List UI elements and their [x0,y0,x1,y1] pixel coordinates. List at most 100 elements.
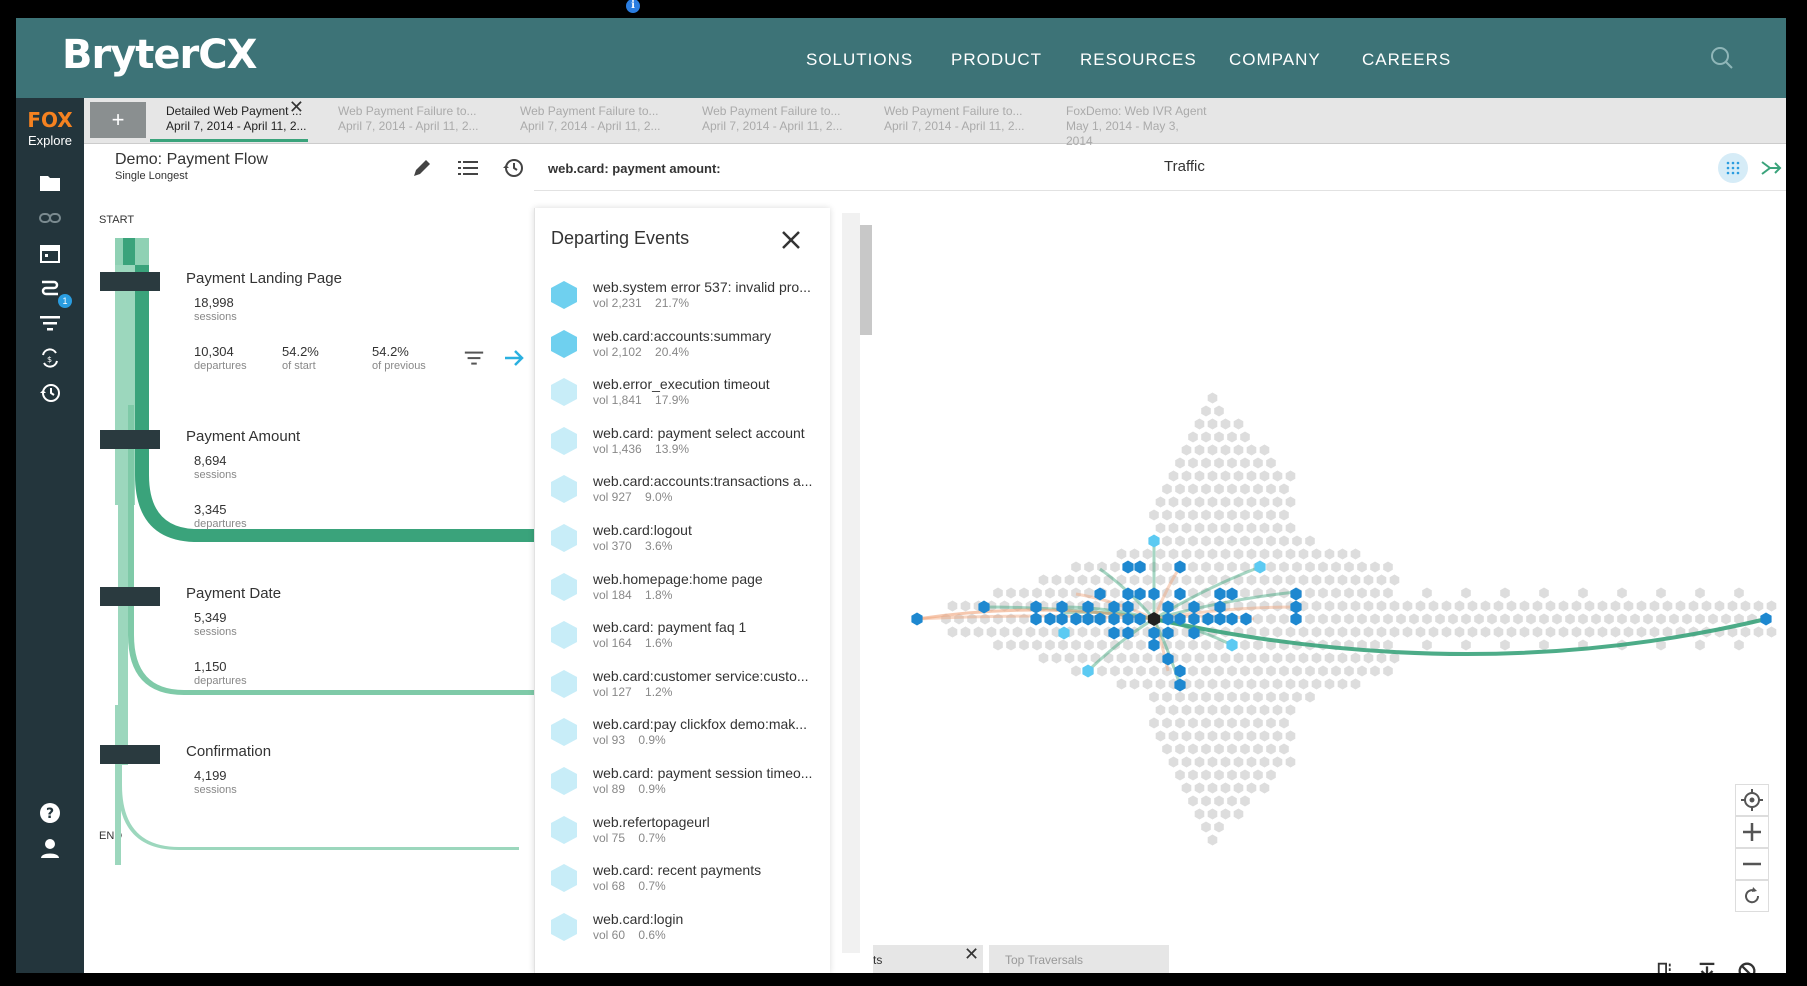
background-node[interactable] [1246,574,1257,586]
background-node[interactable] [1233,782,1244,794]
background-node[interactable] [1279,665,1289,677]
background-node[interactable] [1162,509,1172,521]
background-node[interactable] [1233,808,1244,820]
background-node[interactable] [1194,704,1205,716]
background-node[interactable] [1402,600,1413,612]
background-node[interactable] [1766,600,1777,612]
background-node[interactable] [1285,470,1296,482]
background-node[interactable] [1454,626,1465,638]
background-node[interactable] [1383,587,1393,599]
background-node[interactable] [1220,522,1231,534]
background-node[interactable] [1201,431,1211,443]
background-node[interactable] [1006,639,1016,651]
background-node[interactable] [1500,613,1510,625]
background-node[interactable] [1240,795,1250,807]
background-node[interactable] [1545,600,1556,612]
background-node[interactable] [1259,496,1270,508]
background-node[interactable] [1311,678,1322,690]
background-node[interactable] [1337,548,1348,560]
background-node[interactable] [1253,535,1263,547]
background-node[interactable] [1181,756,1192,768]
split-view-icon[interactable] [1656,960,1678,973]
background-node[interactable] [1240,717,1250,729]
background-node[interactable] [1350,652,1361,664]
background-node[interactable] [1376,652,1387,664]
background-node[interactable] [1220,548,1231,560]
background-node[interactable] [1370,665,1380,677]
background-node[interactable] [1207,392,1218,404]
background-node[interactable] [1214,535,1224,547]
background-node[interactable] [1227,483,1237,495]
departing-event-item[interactable]: web.card: recent payments vol 68 0.7% [535,857,817,905]
background-node[interactable] [1259,704,1270,716]
background-node[interactable] [1383,561,1393,573]
background-node[interactable] [1194,522,1205,534]
background-node[interactable] [1129,652,1140,664]
background-node[interactable] [1279,483,1289,495]
background-node[interactable] [1019,639,1029,651]
background-node[interactable] [1194,782,1205,794]
background-node[interactable] [1617,613,1627,625]
background-node[interactable] [1175,509,1185,521]
background-node[interactable] [1701,600,1712,612]
background-node[interactable] [1181,522,1192,534]
background-node[interactable] [1324,626,1335,638]
background-node[interactable] [1220,652,1231,664]
background-node[interactable] [1337,678,1348,690]
background-node[interactable] [1188,691,1198,703]
background-node[interactable] [947,600,958,612]
background-node[interactable] [1201,457,1211,469]
traffic-node[interactable] [1290,612,1302,626]
background-node[interactable] [1337,574,1348,586]
background-node[interactable] [1708,613,1718,625]
background-node[interactable] [1318,613,1328,625]
background-node[interactable] [1376,600,1387,612]
background-node[interactable] [1298,652,1309,664]
background-node[interactable] [1695,613,1705,625]
background-node[interactable] [1006,587,1016,599]
background-node[interactable] [1279,743,1289,755]
background-node[interactable] [1285,522,1296,534]
background-node[interactable] [1305,587,1315,599]
background-node[interactable] [1168,704,1179,716]
background-node[interactable] [1207,678,1218,690]
background-node[interactable] [1383,665,1393,677]
background-node[interactable] [1181,444,1192,456]
background-node[interactable] [1201,665,1211,677]
background-node[interactable] [1506,626,1517,638]
departing-event-item[interactable]: web.card:pay clickfox demo:mak... vol 93 … [535,711,817,759]
background-node[interactable] [1461,639,1471,651]
background-node[interactable] [1259,574,1270,586]
background-node[interactable] [1656,613,1666,625]
background-node[interactable] [1467,600,1478,612]
background-node[interactable] [993,587,1003,599]
background-node[interactable] [1188,743,1198,755]
background-node[interactable] [1201,743,1211,755]
background-node[interactable] [1038,652,1049,664]
background-node[interactable] [1207,782,1218,794]
background-node[interactable] [1669,613,1679,625]
background-node[interactable] [1311,574,1322,586]
background-node[interactable] [1064,652,1075,664]
background-node[interactable] [1220,808,1231,820]
background-node[interactable] [1214,561,1224,573]
background-node[interactable] [1623,600,1634,612]
background-node[interactable] [1181,782,1192,794]
background-node[interactable] [1071,561,1081,573]
tab-web-payment-failure-4[interactable]: Web Payment Failure to... April 7, 2014 … [868,104,1026,142]
background-node[interactable] [1292,665,1302,677]
background-node[interactable] [1311,626,1322,638]
background-node[interactable] [1155,522,1166,534]
recenter-button[interactable] [1735,784,1769,816]
background-node[interactable] [1259,522,1270,534]
background-node[interactable] [1350,548,1361,560]
background-node[interactable] [1337,652,1348,664]
background-node[interactable] [1162,743,1172,755]
background-node[interactable] [1565,613,1575,625]
background-node[interactable] [1610,600,1621,612]
background-node[interactable] [1207,730,1218,742]
background-node[interactable] [1201,405,1211,417]
background-node[interactable] [1357,613,1367,625]
background-node[interactable] [1181,574,1192,586]
background-node[interactable] [1324,600,1335,612]
